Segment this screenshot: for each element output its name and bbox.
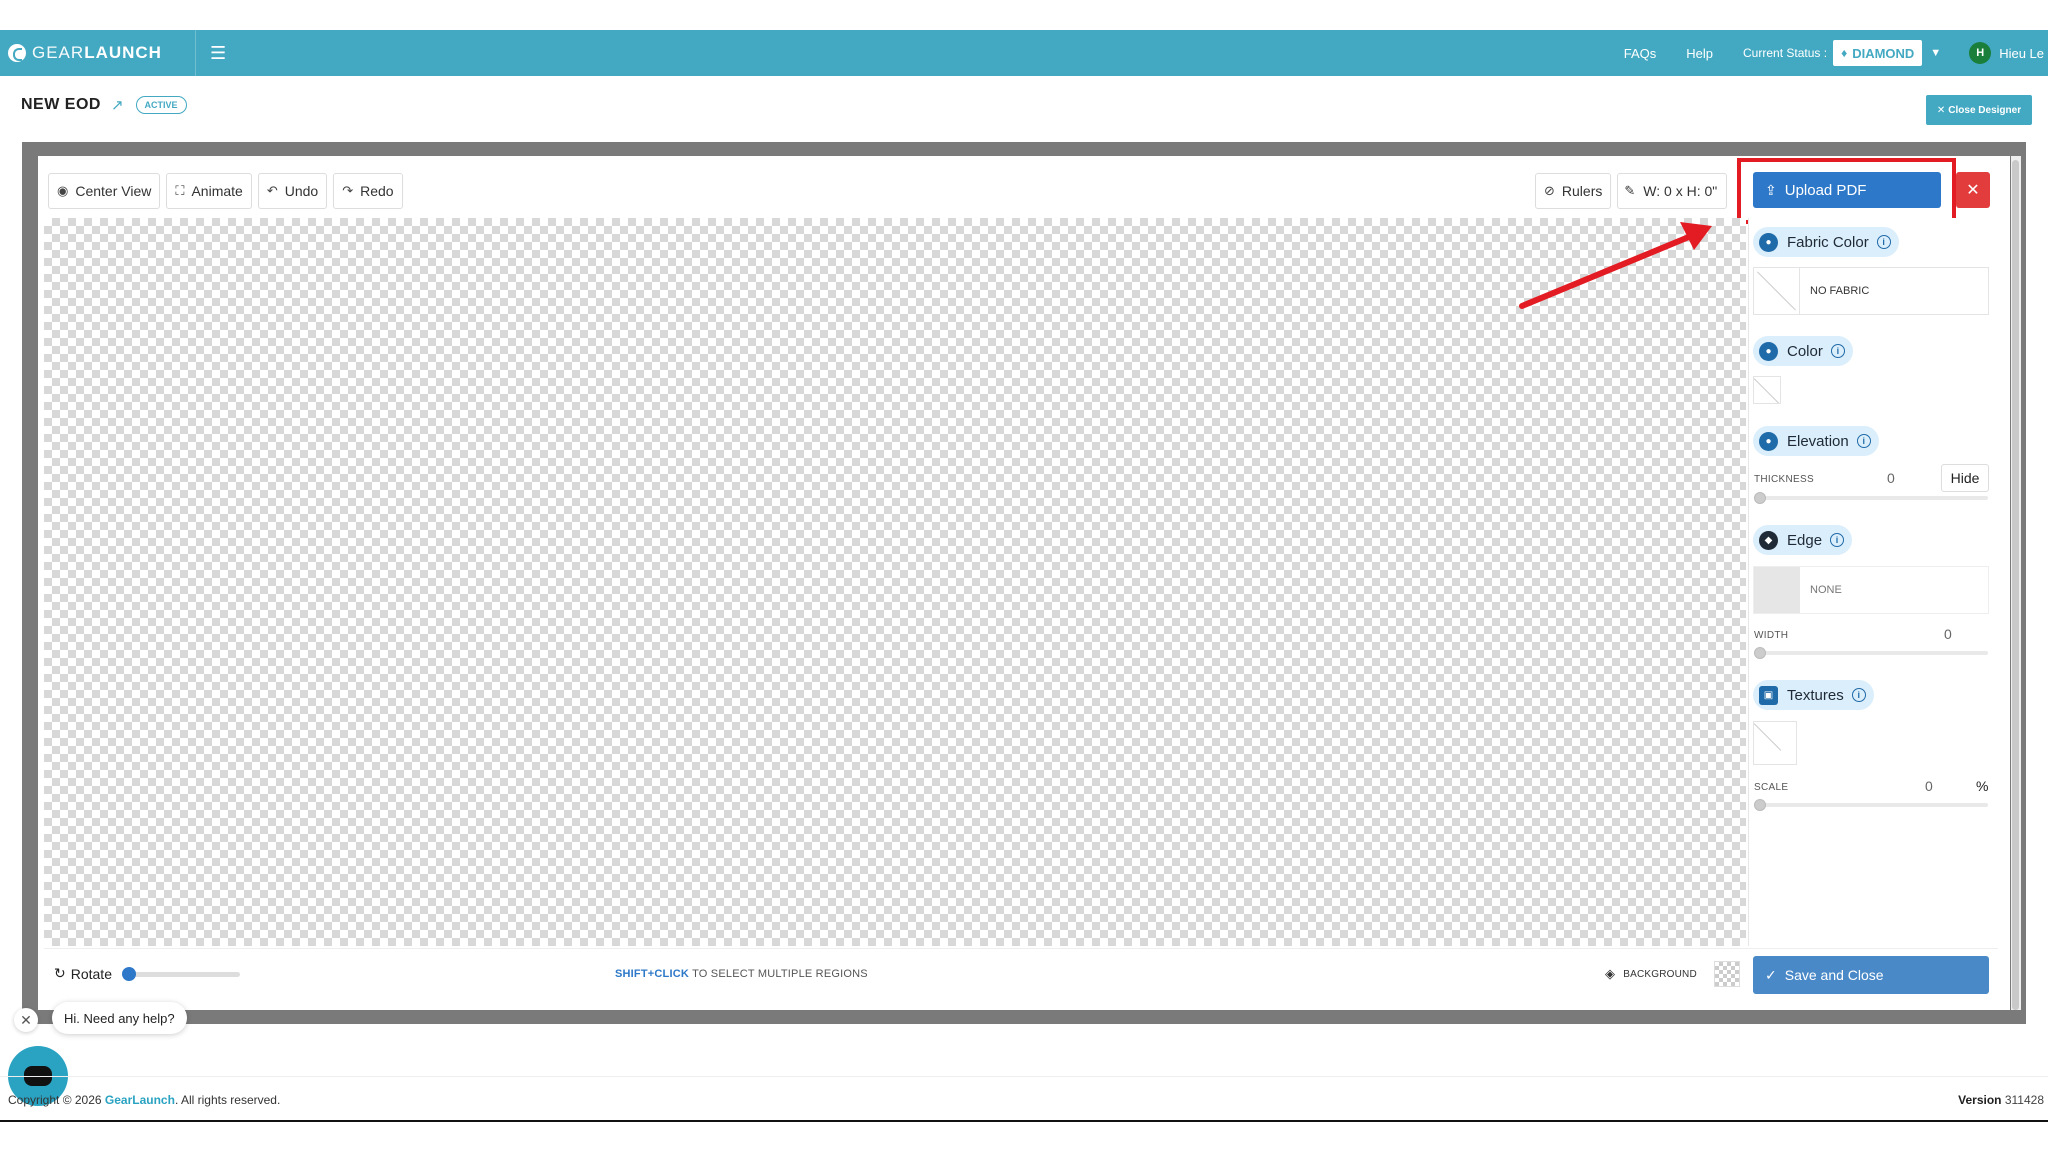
fabric-color-icon: ● — [1759, 232, 1778, 252]
width-slider-track[interactable] — [1754, 651, 1988, 655]
dimensions-display: ✎ W: 0 x H: 0" — [1617, 173, 1728, 209]
thickness-value[interactable]: 0 — [1887, 470, 1895, 486]
color-section-header[interactable]: ● Color i — [1753, 336, 1853, 366]
chat-dismiss-button[interactable]: ✕ — [14, 1008, 38, 1032]
close-icon: ✕ — [1966, 182, 1980, 199]
user-avatar[interactable]: H — [1969, 42, 1992, 64]
brand-logo[interactable]: GEARLAUNCH — [0, 30, 196, 76]
close-icon: ✕ — [20, 1011, 32, 1028]
thickness-label: THICKNESS — [1754, 474, 1814, 485]
rotate-slider-knob[interactable] — [122, 967, 136, 981]
info-icon[interactable]: i — [1876, 235, 1891, 249]
target-icon: ◉ — [57, 183, 69, 198]
designer-toolbar: ◉ Center View ⛶ Animate ↶ Undo ↷ Redo — [48, 170, 409, 212]
footer — [0, 1076, 2048, 1120]
status-dropdown-caret-icon[interactable]: ▼ — [1930, 47, 1941, 59]
bottom-divider — [0, 1120, 2048, 1122]
eye-slash-icon: ⊘ — [1544, 183, 1555, 198]
chat-help-bubble[interactable]: Hi. Need any help? — [52, 1002, 187, 1034]
edge-value: NONE — [1810, 584, 1842, 596]
background-swatch[interactable] — [1714, 961, 1740, 987]
fabric-color-section-header[interactable]: ● Fabric Color i — [1753, 227, 1899, 257]
page-title: NEW EOD — [21, 96, 101, 113]
rotate-slider-track[interactable] — [126, 972, 240, 977]
undo-button[interactable]: ↶ Undo — [257, 173, 328, 209]
redo-button[interactable]: ↷ Redo — [333, 173, 403, 209]
upload-pdf-button[interactable]: ⇪ Upload PDF — [1753, 172, 1941, 208]
color-icon: ● — [1759, 341, 1778, 361]
fabric-value: NO FABRIC — [1810, 285, 1870, 297]
textures-section-header[interactable]: ▣ Textures i — [1753, 680, 1874, 710]
ruler-icon: ✎ — [1624, 183, 1636, 198]
info-icon[interactable]: i — [1830, 533, 1845, 547]
top-nav-bar: GEARLAUNCH ☰ FAQs Help Current Status : … — [0, 30, 2048, 76]
upload-icon: ⇪ — [1765, 181, 1777, 198]
close-panel-button[interactable]: ✕ — [1956, 172, 1990, 208]
elevation-icon: ● — [1759, 431, 1778, 451]
edge-selector[interactable]: NONE — [1753, 566, 1989, 614]
page-title-row: NEW EOD ↗ ACTIVE — [21, 96, 187, 114]
width-label: WIDTH — [1754, 630, 1789, 641]
elevation-section-header[interactable]: ● Elevation i — [1753, 426, 1879, 456]
nav-right: FAQs Help Current Status : ♦ DIAMOND ▼ H … — [1624, 40, 2048, 66]
design-canvas[interactable] — [44, 218, 1746, 946]
width-value[interactable]: 0 — [1944, 626, 1952, 642]
scale-label: SCALE — [1754, 782, 1789, 793]
designer-bottom-bar — [44, 948, 1998, 1000]
scale-value[interactable]: 0 — [1925, 778, 1933, 794]
scale-slider-track[interactable] — [1754, 803, 1988, 807]
expand-icon: ⛶ — [175, 183, 185, 198]
annotation-arrow — [1519, 222, 1712, 309]
paint-bucket-icon: ◈ — [1605, 966, 1616, 981]
redo-icon: ↷ — [342, 183, 354, 198]
thickness-slider-knob[interactable] — [1754, 492, 1766, 504]
rotate-label: ↻ Rotate — [54, 965, 112, 982]
diamond-icon: ♦ — [1841, 46, 1848, 60]
thickness-slider-track[interactable] — [1754, 496, 1988, 500]
fabric-swatch — [1754, 268, 1800, 314]
edge-swatch — [1754, 567, 1800, 613]
info-icon[interactable]: i — [1851, 688, 1866, 702]
copyright-text: Copyright © 2026 GearLaunch. All rights … — [8, 1093, 281, 1107]
faqs-link[interactable]: FAQs — [1624, 46, 1657, 61]
save-and-close-button[interactable]: ✓ Save and Close — [1753, 956, 1989, 994]
hamburger-menu-icon[interactable]: ☰ — [210, 43, 226, 64]
hide-elevation-button[interactable]: Hide — [1941, 464, 1989, 492]
user-name[interactable]: Hieu Le — [1999, 46, 2044, 61]
gearlaunch-logo-icon — [8, 44, 26, 62]
active-status-badge: ACTIVE — [135, 96, 187, 114]
image-icon: ▣ — [1759, 685, 1778, 705]
close-designer-button[interactable]: ✕ Close Designer — [1926, 95, 2032, 125]
width-slider-knob[interactable] — [1754, 647, 1766, 659]
company-link[interactable]: GearLaunch — [105, 1093, 175, 1107]
background-label: ◈ BACKGROUND — [1605, 966, 1697, 981]
brand-text: GEARLAUNCH — [32, 43, 162, 62]
multi-select-hint: SHIFT+CLICK TO SELECT MULTIPLE REGIONS — [615, 968, 868, 980]
color-swatch[interactable] — [1753, 376, 1781, 404]
check-icon: ✓ — [1765, 966, 1777, 983]
undo-icon: ↶ — [266, 183, 278, 198]
rotate-icon: ↻ — [54, 965, 66, 981]
center-view-button[interactable]: ◉ Center View — [48, 173, 161, 209]
scale-unit: % — [1976, 778, 1989, 794]
info-icon[interactable]: i — [1856, 434, 1871, 448]
scale-slider-knob[interactable] — [1754, 799, 1766, 811]
external-link-icon[interactable]: ↗ — [111, 96, 124, 114]
info-icon[interactable]: i — [1830, 344, 1845, 358]
texture-swatch[interactable] — [1753, 721, 1797, 765]
current-status-label: Current Status : — [1743, 46, 1828, 60]
fabric-selector[interactable]: NO FABRIC — [1753, 267, 1989, 315]
close-icon: ✕ — [1936, 104, 1946, 116]
toolbar-right: ⊘ Rulers ✎ W: 0 x H: 0" — [1535, 173, 1728, 209]
status-badge[interactable]: ♦ DIAMOND — [1833, 40, 1923, 66]
edge-section-header[interactable]: ◆ Edge i — [1753, 525, 1853, 555]
designer-scrollbar-thumb[interactable] — [2012, 160, 2019, 1010]
edge-icon: ◆ — [1759, 530, 1778, 550]
help-link[interactable]: Help — [1686, 46, 1713, 61]
version-text: Version 311428 — [1958, 1093, 2044, 1107]
rulers-button[interactable]: ⊘ Rulers — [1535, 173, 1612, 209]
animate-button[interactable]: ⛶ Animate — [166, 173, 252, 209]
